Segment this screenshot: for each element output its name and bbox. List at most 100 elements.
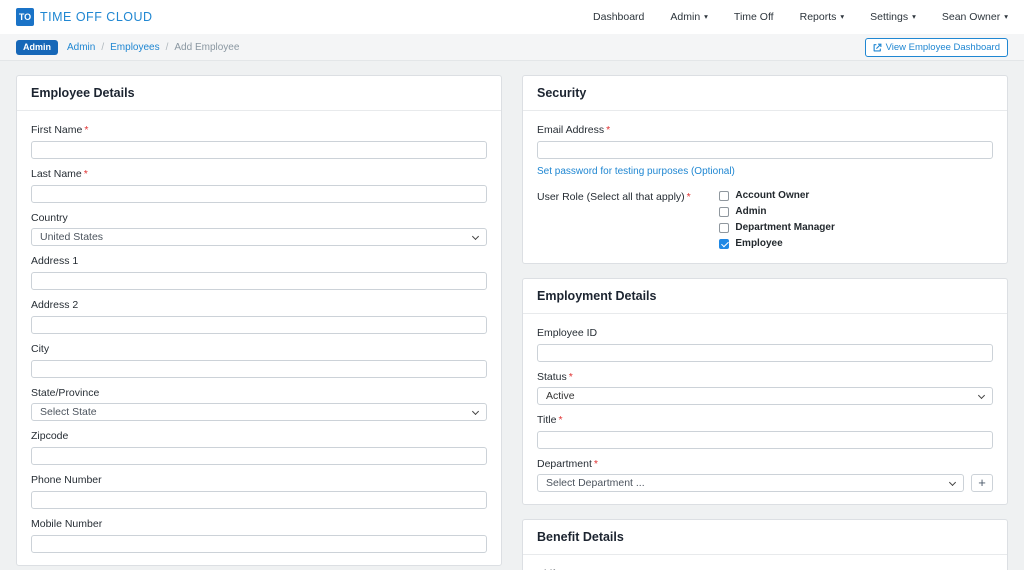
address1-label: Address 1 [31, 255, 79, 267]
app-logo-icon: TO [16, 8, 34, 26]
status-select[interactable]: Active [537, 387, 993, 405]
set-password-link[interactable]: Set password for testing purposes (Optio… [537, 166, 735, 177]
required-mark: * [558, 414, 563, 426]
nav-settings[interactable]: Settings ▾ [870, 11, 916, 23]
nav-admin[interactable]: Admin ▾ [670, 11, 708, 23]
state-select[interactable]: Select State [31, 403, 487, 421]
address2-input[interactable] [31, 316, 487, 334]
employee-id-input[interactable] [537, 344, 993, 362]
nav-time-off[interactable]: Time Off [734, 11, 774, 23]
brand-link[interactable]: TO TIME OFF CLOUD [16, 8, 153, 26]
status-label: Status * [537, 371, 573, 383]
breadcrumb-employees[interactable]: Employees [110, 42, 159, 53]
zipcode-input[interactable] [31, 447, 487, 465]
external-link-icon [873, 43, 882, 51]
address1-input[interactable] [31, 272, 487, 290]
nav-user-menu[interactable]: Sean Owner ▾ [942, 11, 1008, 23]
phone-number-input[interactable] [31, 491, 487, 509]
role-department-manager[interactable]: Department Manager [719, 222, 835, 233]
field-email: Email Address * [537, 124, 993, 159]
user-role-group: User Role (Select all that apply) * Accou… [537, 190, 993, 249]
plus-icon: + [978, 474, 986, 490]
benefit-details-title: Benefit Details [523, 520, 1007, 555]
chevron-down-icon [471, 407, 480, 415]
required-mark: * [568, 371, 573, 383]
field-last-name: Last Name * [31, 168, 487, 203]
field-city: City [31, 343, 487, 378]
breadcrumb: Admin / Employees / Add Employee [67, 42, 239, 53]
zipcode-label: Zipcode [31, 430, 69, 442]
field-country: Country United States [31, 212, 487, 246]
city-label: City [31, 343, 50, 355]
mobile-number-input[interactable] [31, 535, 487, 553]
view-employee-dashboard-button[interactable]: View Employee Dashboard [864, 37, 1008, 57]
checkbox-unchecked-icon[interactable] [719, 222, 730, 233]
field-mobile: Mobile Number [31, 518, 487, 553]
chevron-down-icon [471, 232, 480, 240]
department-label: Department * [537, 458, 598, 470]
breadcrumb-bar: Admin Admin / Employees / Add Employee V… [0, 34, 1024, 61]
breadcrumb-admin[interactable]: Admin [67, 42, 95, 53]
employee-id-label: Employee ID [537, 327, 598, 339]
checkbox-unchecked-icon[interactable] [719, 206, 730, 217]
main-nav: Dashboard Admin ▾ Time Off Reports ▾ Setti… [593, 11, 1008, 23]
right-column: Security Email Address * Set password for… [522, 75, 1008, 570]
breadcrumb-separator: / [165, 41, 169, 53]
last-name-input[interactable] [31, 185, 487, 203]
country-label: Country [31, 212, 68, 224]
employee-details-card: Employee Details First Name * Last Name * … [16, 75, 502, 566]
required-mark: * [83, 168, 88, 180]
field-address2: Address 2 [31, 299, 487, 334]
chevron-down-icon [977, 391, 986, 399]
checkbox-checked-icon[interactable] [719, 238, 730, 249]
field-phone: Phone Number [31, 474, 487, 509]
first-name-label: First Name * [31, 124, 89, 136]
field-address1: Address 1 [31, 255, 487, 290]
breadcrumb-add-employee: Add Employee [174, 41, 240, 53]
role-account-owner[interactable]: Account Owner [719, 190, 834, 201]
add-department-button[interactable]: + [971, 474, 993, 492]
field-zipcode: Zipcode [31, 430, 487, 465]
employment-details-card: Employment Details Employee ID Status * A… [522, 278, 1008, 505]
employee-details-title: Employee Details [17, 76, 501, 111]
field-state: State/Province Select State [31, 387, 487, 421]
department-select[interactable]: Select Department ... [537, 474, 964, 492]
nav-dashboard[interactable]: Dashboard [593, 11, 644, 23]
main-content: Employee Details First Name * Last Name * … [0, 61, 1024, 570]
role-employee[interactable]: Employee [719, 238, 834, 249]
title-label: Title * [537, 414, 563, 426]
last-name-label: Last Name * [31, 168, 88, 180]
nav-reports[interactable]: Reports ▾ [800, 11, 845, 23]
left-column: Employee Details First Name * Last Name * … [16, 75, 502, 570]
first-name-input[interactable] [31, 141, 487, 159]
admin-badge: Admin [16, 39, 58, 55]
security-card: Security Email Address * Set password for… [522, 75, 1008, 264]
breadcrumb-separator: / [101, 41, 105, 53]
field-employee-id: Employee ID [537, 327, 993, 362]
state-label: State/Province [31, 387, 100, 399]
city-input[interactable] [31, 360, 487, 378]
user-role-options: Account Owner Admin Department Manager E… [719, 190, 835, 249]
mobile-number-label: Mobile Number [31, 518, 103, 530]
field-department: Department * Select Department ... + [537, 458, 993, 492]
brand-text: TIME OFF CLOUD [40, 10, 153, 24]
country-select[interactable]: United States [31, 228, 487, 246]
chevron-down-icon: ▾ [912, 12, 916, 22]
user-role-label: User Role (Select all that apply) * [537, 191, 691, 203]
address2-label: Address 2 [31, 299, 79, 311]
security-title: Security [523, 76, 1007, 111]
chevron-down-icon: ▾ [1004, 12, 1008, 22]
required-mark: * [84, 124, 89, 136]
email-input[interactable] [537, 141, 993, 159]
email-label: Email Address * [537, 124, 611, 136]
top-navbar: TO TIME OFF CLOUD Dashboard Admin ▾ Time … [0, 0, 1024, 34]
required-mark: * [593, 458, 598, 470]
title-input[interactable] [537, 431, 993, 449]
employment-details-title: Employment Details [523, 279, 1007, 314]
field-status: Status * Active [537, 371, 993, 405]
required-mark: * [606, 124, 611, 136]
chevron-down-icon: ▾ [840, 12, 845, 22]
role-admin[interactable]: Admin [719, 206, 834, 217]
checkbox-unchecked-icon[interactable] [719, 190, 730, 201]
field-first-name: First Name * [31, 124, 487, 159]
